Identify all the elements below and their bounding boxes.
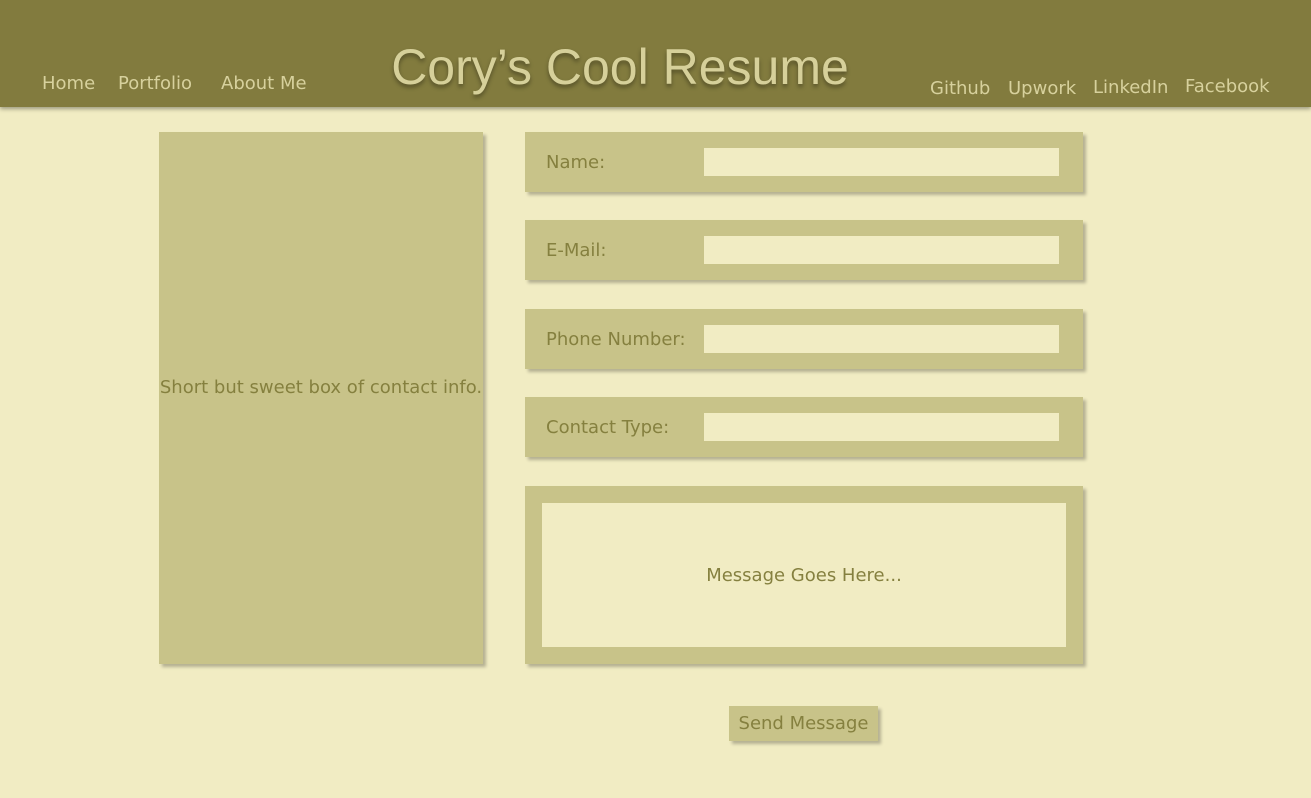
nav-link-linkedin[interactable]: LinkedIn (1093, 77, 1168, 98)
contact-info-box: Short but sweet box of contact info. (159, 132, 483, 664)
message-textarea[interactable] (542, 503, 1066, 647)
name-label: Name: (546, 152, 606, 173)
site-header: Home Portfolio About Me Cory’s Cool Resu… (0, 0, 1311, 107)
name-field-row: Name: (525, 132, 1083, 192)
contact-type-field-row: Contact Type: (525, 397, 1083, 457)
nav-link-github[interactable]: Github (930, 78, 990, 99)
name-input[interactable] (704, 148, 1059, 176)
contact-type-label: Contact Type: (546, 417, 670, 438)
email-field-row: E-Mail: (525, 220, 1083, 280)
nav-link-upwork[interactable]: Upwork (1008, 78, 1076, 99)
email-label: E-Mail: (546, 240, 607, 261)
send-message-button[interactable]: Send Message (729, 706, 878, 741)
nav-link-facebook[interactable]: Facebook (1185, 76, 1270, 97)
phone-label: Phone Number: (546, 329, 686, 350)
message-box (525, 486, 1083, 664)
contact-type-input[interactable] (704, 413, 1059, 441)
phone-field-row: Phone Number: (525, 309, 1083, 369)
contact-info-text: Short but sweet box of contact info. (159, 377, 483, 398)
email-input[interactable] (704, 236, 1059, 264)
phone-input[interactable] (704, 325, 1059, 353)
